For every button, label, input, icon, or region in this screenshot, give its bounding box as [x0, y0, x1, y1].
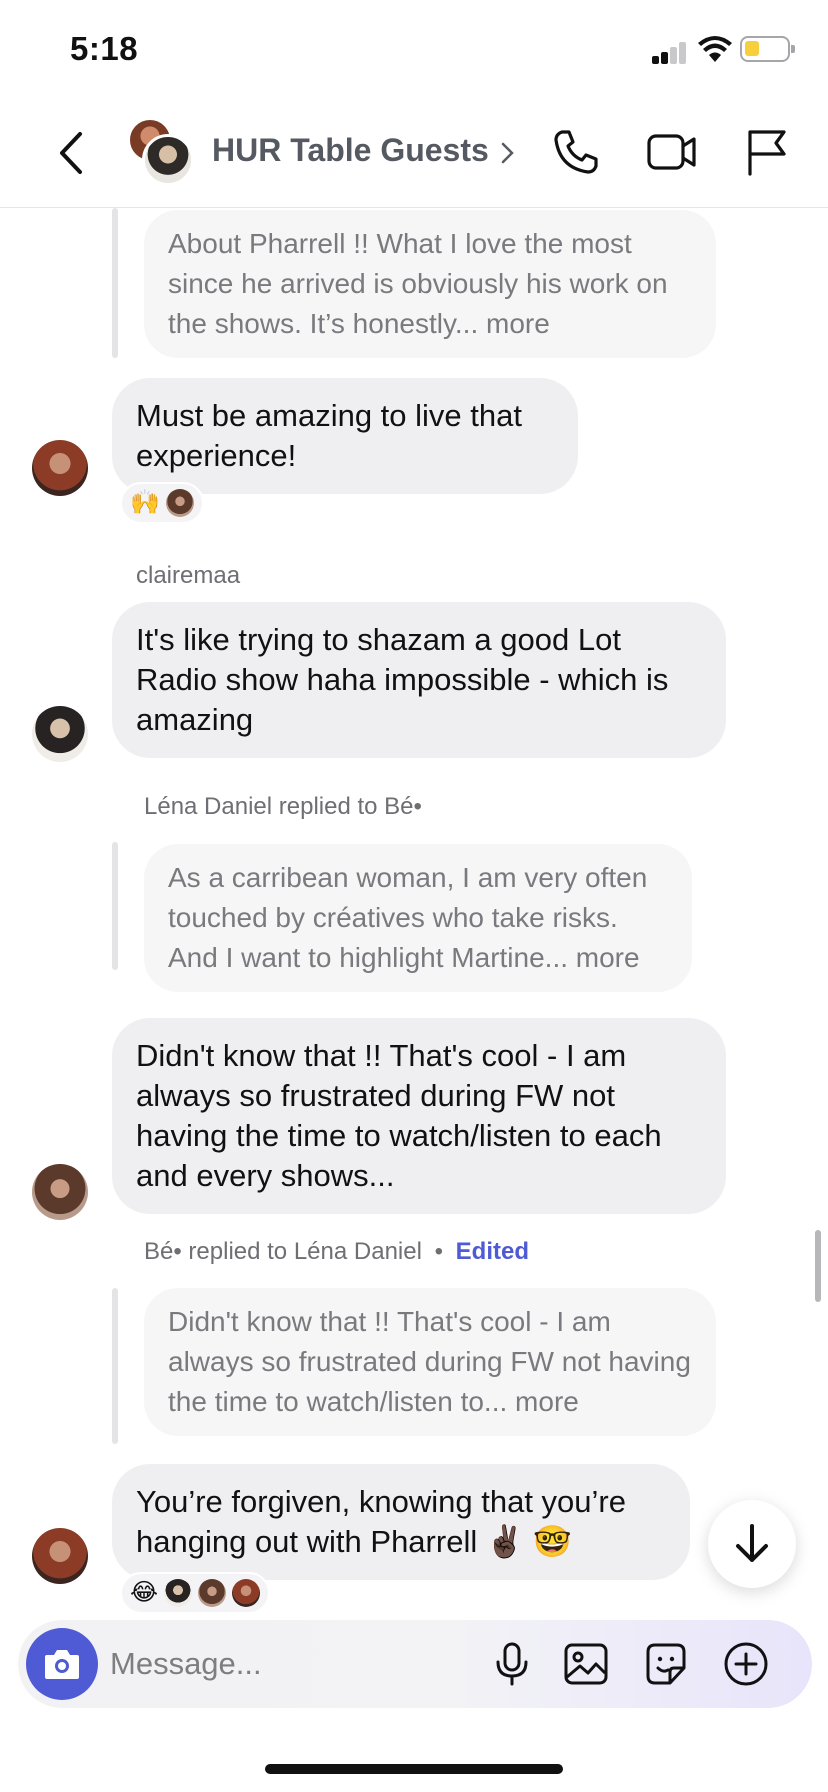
back-chevron-icon[interactable]: [52, 128, 92, 178]
group-avatar[interactable]: [126, 118, 196, 188]
reactor-avatar: [164, 1579, 193, 1607]
reactions[interactable]: 🙌: [120, 482, 204, 524]
message-composer: [18, 1620, 812, 1708]
video-icon[interactable]: [646, 126, 698, 178]
message-bubble[interactable]: You’re forgiven, knowing that you’re han…: [112, 1464, 690, 1580]
camera-icon: [45, 1650, 79, 1679]
gallery-icon[interactable]: [562, 1640, 610, 1688]
message-bubble[interactable]: It's like trying to shazam a good Lot Ra…: [112, 602, 726, 758]
reply-label: Léna Daniel replied to Bé•: [144, 793, 422, 820]
plus-icon[interactable]: [722, 1640, 770, 1688]
reactions[interactable]: 😂: [120, 1572, 271, 1614]
avatar[interactable]: [32, 440, 88, 496]
avatar[interactable]: [32, 1528, 88, 1584]
reactor-avatar: [198, 1579, 227, 1607]
scrollbar[interactable]: [815, 1230, 821, 1302]
microphone-icon[interactable]: [488, 1640, 536, 1688]
cellular-signal-icon: [652, 40, 688, 64]
reply-label: Bé• replied to Léna Daniel • Edited: [144, 1238, 529, 1266]
reply-quote-bar: [112, 1288, 118, 1444]
camera-button[interactable]: [26, 1628, 98, 1700]
sticker-icon[interactable]: [642, 1640, 690, 1688]
chevron-right-icon[interactable]: [500, 140, 516, 166]
sender-name: clairemaa: [136, 562, 241, 589]
avatar[interactable]: [32, 1164, 88, 1220]
reactor-avatar: [232, 1579, 261, 1607]
wifi-icon: [698, 36, 732, 62]
reaction-emoji: 🙌: [130, 489, 160, 516]
message-bubble[interactable]: Must be amazing to live that experience!: [112, 378, 578, 494]
phone-icon[interactable]: [550, 126, 602, 178]
home-indicator: [265, 1764, 563, 1774]
quoted-message[interactable]: As a carribean woman, I am very often to…: [144, 844, 692, 992]
edited-label: Edited: [455, 1238, 530, 1265]
quoted-message[interactable]: Didn't know that !! That's cool - I am a…: [144, 1288, 716, 1436]
avatar[interactable]: [32, 706, 88, 762]
message-bubble[interactable]: Didn't know that !! That's cool - I am a…: [112, 1018, 726, 1214]
flag-icon[interactable]: [740, 126, 792, 178]
separator-dot: •: [434, 1238, 443, 1265]
quoted-message[interactable]: About Pharrell !! What I love the most s…: [144, 210, 716, 358]
battery-icon: [740, 36, 795, 62]
status-bar: 5:18: [0, 0, 828, 100]
message-input[interactable]: [110, 1642, 410, 1686]
chat-title[interactable]: HUR Table Guests: [212, 132, 489, 169]
reactor-avatar: [165, 489, 194, 517]
reply-quote-bar: [112, 208, 118, 358]
scroll-to-bottom-button[interactable]: [708, 1500, 796, 1588]
status-time: 5:18: [70, 30, 139, 67]
chat-header: HUR Table Guests: [0, 100, 828, 208]
reply-label-text: Bé• replied to Léna Daniel: [144, 1238, 422, 1265]
arrow-down-icon: [736, 1524, 768, 1562]
reply-quote-bar: [112, 842, 118, 970]
reaction-emoji: 😂: [130, 1579, 159, 1606]
